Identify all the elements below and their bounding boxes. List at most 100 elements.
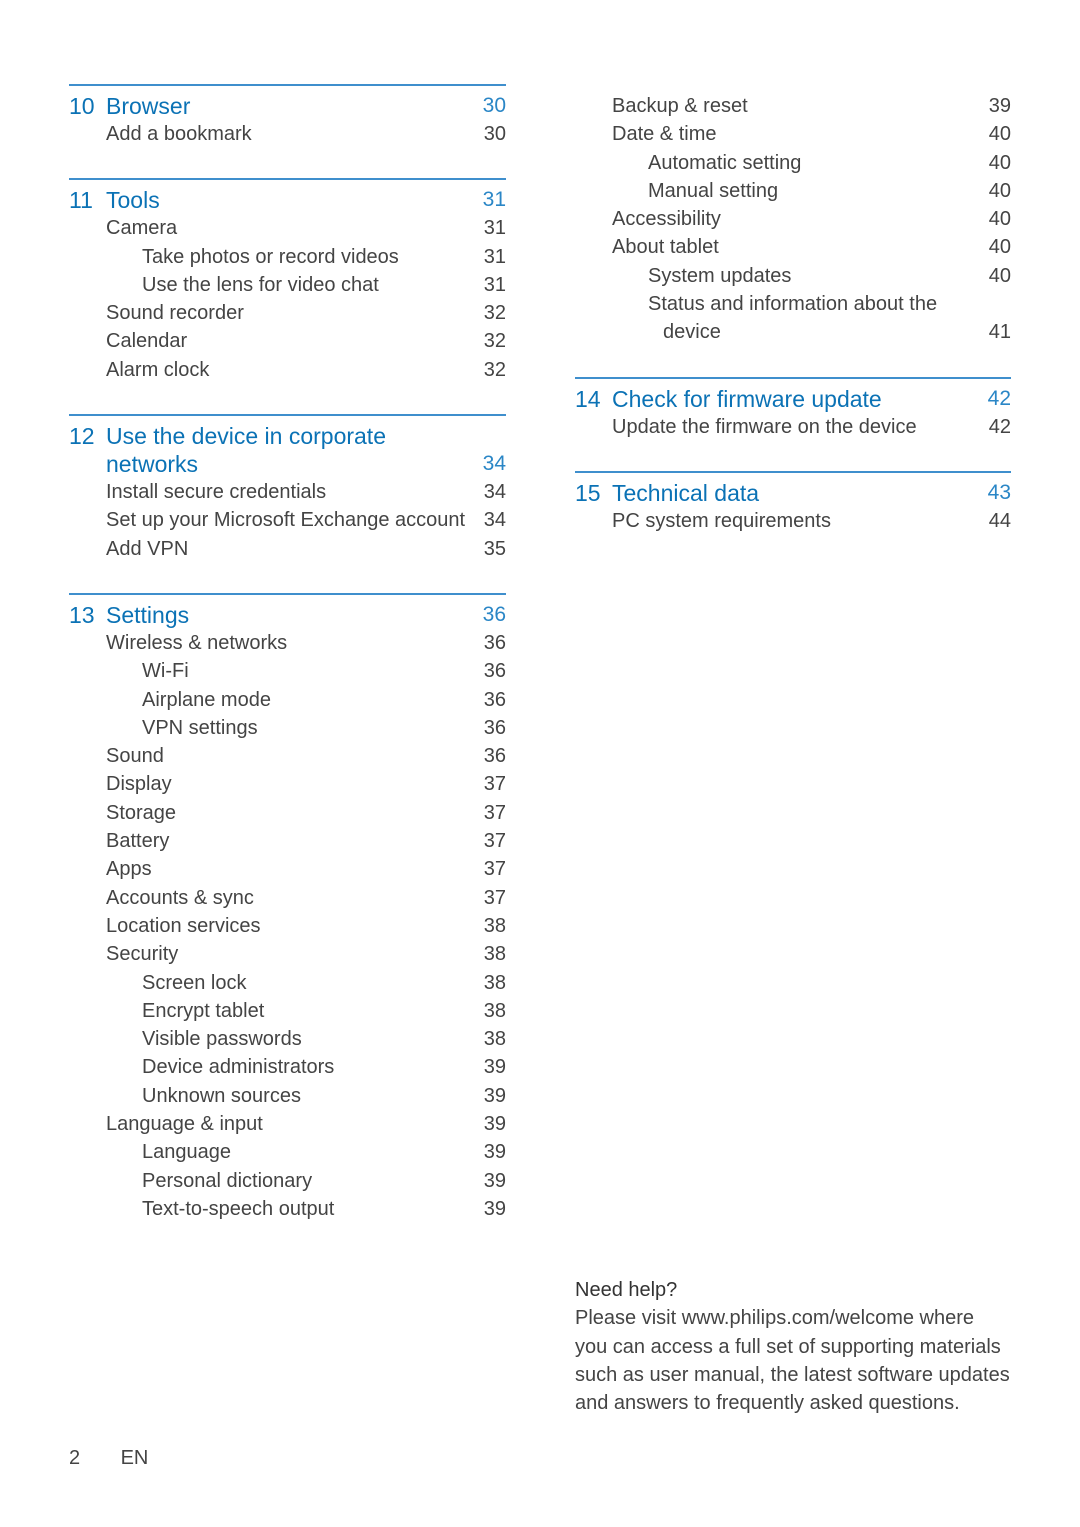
section-number: 12 <box>69 423 95 450</box>
toc-section-heading[interactable]: 10 Browser 30 <box>69 92 506 120</box>
toc-entry-page: 39 <box>483 1113 506 1136</box>
toc-entry[interactable]: Airplane mode 36 <box>69 686 506 714</box>
toc-entry-label: Status and information about the <box>648 293 938 316</box>
toc-entry[interactable]: About tablet 40 <box>575 233 1011 261</box>
toc-entry-label: Wireless & networks <box>106 631 288 654</box>
toc-entry[interactable]: Accessibility 40 <box>575 205 1011 233</box>
toc-entry[interactable]: Use the lens for video chat 31 <box>69 271 506 299</box>
toc-entry[interactable]: Calendar 32 <box>69 327 506 355</box>
section-page: 30 <box>482 94 506 117</box>
section-number: 14 <box>575 385 601 412</box>
toc-entry[interactable]: Display 37 <box>69 770 506 798</box>
toc-entry-page: 41 <box>988 321 1011 344</box>
toc-entry[interactable]: Text-to-speech output 39 <box>69 1195 506 1223</box>
toc-entry-page: 36 <box>483 631 506 654</box>
toc-left-column: 10 Browser 30 Add a bookmark 30 11 Tools 31 Came… <box>69 84 506 1223</box>
toc-entry[interactable]: Location services 38 <box>69 912 506 940</box>
toc-entry[interactable]: Add VPN 35 <box>69 535 506 563</box>
toc-entry-page: 38 <box>483 914 506 937</box>
toc-entry[interactable]: Update the firmware on the device 42 <box>575 413 1011 441</box>
toc-entry-label: Accounts & sync <box>106 886 254 909</box>
toc-entry-label: Device administrators <box>142 1056 335 1079</box>
toc-entry[interactable]: Add a bookmark 30 <box>69 120 506 148</box>
toc-entry[interactable]: Wi-Fi 36 <box>69 657 506 685</box>
toc-entry-label: Accessibility <box>612 208 721 231</box>
section-page: 31 <box>482 188 506 212</box>
toc-entry[interactable]: Unknown sources 39 <box>69 1082 506 1110</box>
toc-entry-label: Calendar <box>106 330 188 353</box>
toc-entry[interactable]: PC system requirements 44 <box>575 507 1011 535</box>
toc-entry[interactable]: Device administrators 39 <box>69 1053 506 1081</box>
toc-entry-label: Airplane mode <box>142 688 271 711</box>
section-number: 15 <box>575 479 601 506</box>
toc-entry[interactable]: Manual setting 40 <box>575 177 1011 205</box>
section-number: 10 <box>69 93 95 119</box>
toc-entry-label: Security <box>106 943 179 966</box>
page-footer: 2 EN <box>69 1447 148 1470</box>
toc-entry[interactable]: Battery 37 <box>69 827 506 855</box>
toc-entry[interactable]: Automatic setting 40 <box>575 149 1011 177</box>
toc-entry-page: 30 <box>483 123 506 145</box>
toc-right-column: Backup & reset 39 Date & time 40 Automatic s… <box>575 84 1011 535</box>
toc-entry-page: 38 <box>483 1028 506 1051</box>
toc-entry[interactable]: Camera 31 <box>69 214 506 242</box>
toc-entry-label: Update the firmware on the device <box>612 415 917 438</box>
toc-section-heading[interactable]: 15 Technical data 43 <box>575 479 1011 507</box>
toc-entry[interactable]: Set up your Microsoft Exchange account 34 <box>69 506 506 534</box>
need-help-line: you can access a full set of supporting … <box>575 1335 1001 1358</box>
toc-entry[interactable]: Security 38 <box>69 940 506 968</box>
toc-entry[interactable]: Storage 37 <box>69 799 506 827</box>
toc-entry[interactable]: Visible passwords 38 <box>69 1025 506 1053</box>
toc-entry-page: 32 <box>483 302 506 325</box>
section-page: 34 <box>482 452 506 476</box>
toc-entry-page: 40 <box>988 151 1011 174</box>
toc-entry-page: 37 <box>483 886 506 909</box>
toc-entry-label: Add VPN <box>106 537 189 560</box>
toc-entry[interactable]: Sound 36 <box>69 742 506 770</box>
toc-entry-label: Manual setting <box>648 179 779 202</box>
toc-entry[interactable]: Backup & reset 39 <box>575 92 1011 120</box>
toc-entry-page: 35 <box>483 537 506 560</box>
toc-entry-label: Camera <box>106 217 178 240</box>
toc-section-heading[interactable]: 12 Use the device in corporate <box>69 422 506 450</box>
section-title: Use the device in corporate <box>106 423 386 450</box>
toc-entry-page: 31 <box>483 245 506 268</box>
toc-section-heading[interactable]: networks 34 <box>69 450 506 478</box>
toc-entry[interactable]: Encrypt tablet 38 <box>69 997 506 1025</box>
toc-entry[interactable]: Accounts & sync 37 <box>69 884 506 912</box>
toc-entry-page: 39 <box>988 95 1011 117</box>
toc-entry[interactable]: Screen lock 38 <box>69 969 506 997</box>
page-number: 2 <box>69 1447 81 1469</box>
toc-entry[interactable]: Sound recorder 32 <box>69 299 506 327</box>
toc-entry[interactable]: Apps 37 <box>69 855 506 883</box>
need-help-line: such as user manual, the latest software… <box>575 1363 1010 1386</box>
toc-entry[interactable]: Alarm clock 32 <box>69 356 506 384</box>
toc-entry[interactable]: Date & time 40 <box>575 120 1011 148</box>
toc-entry[interactable]: device 41 <box>575 318 1011 346</box>
toc-entry[interactable]: Status and information about the <box>575 290 1011 318</box>
section-page: 42 <box>987 386 1011 410</box>
toc-entry[interactable]: Personal dictionary 39 <box>69 1167 506 1195</box>
toc-entry[interactable]: Install secure credentials 34 <box>69 478 506 506</box>
toc-entry-page: 39 <box>483 1169 506 1192</box>
toc-section-heading[interactable]: 14 Check for firmware update 42 <box>575 385 1011 413</box>
toc-entry[interactable]: Language 39 <box>69 1138 506 1166</box>
toc-entry[interactable]: Language & input 39 <box>69 1110 506 1138</box>
toc-entry[interactable]: Wireless & networks 36 <box>69 629 506 657</box>
toc-entry[interactable]: Take photos or record videos 31 <box>69 243 506 271</box>
toc-entry-page: 40 <box>988 123 1011 146</box>
toc-section-heading[interactable]: 11 Tools 31 <box>69 186 506 214</box>
section-number: 13 <box>69 601 95 628</box>
toc-entry-label: Storage <box>106 801 177 824</box>
toc-entry-page: 36 <box>483 745 506 768</box>
toc-entry-label: Automatic setting <box>648 151 802 174</box>
need-help-box: Need help? Please visit www.philips.com/… <box>575 1276 1015 1417</box>
toc-section-heading[interactable]: 13 Settings 36 <box>69 601 506 629</box>
toc-entry[interactable]: System updates 40 <box>575 262 1011 290</box>
toc-entry-label: Language & input <box>106 1113 263 1136</box>
toc-entry[interactable]: VPN settings 36 <box>69 714 506 742</box>
toc-entry-page: 37 <box>483 830 506 853</box>
